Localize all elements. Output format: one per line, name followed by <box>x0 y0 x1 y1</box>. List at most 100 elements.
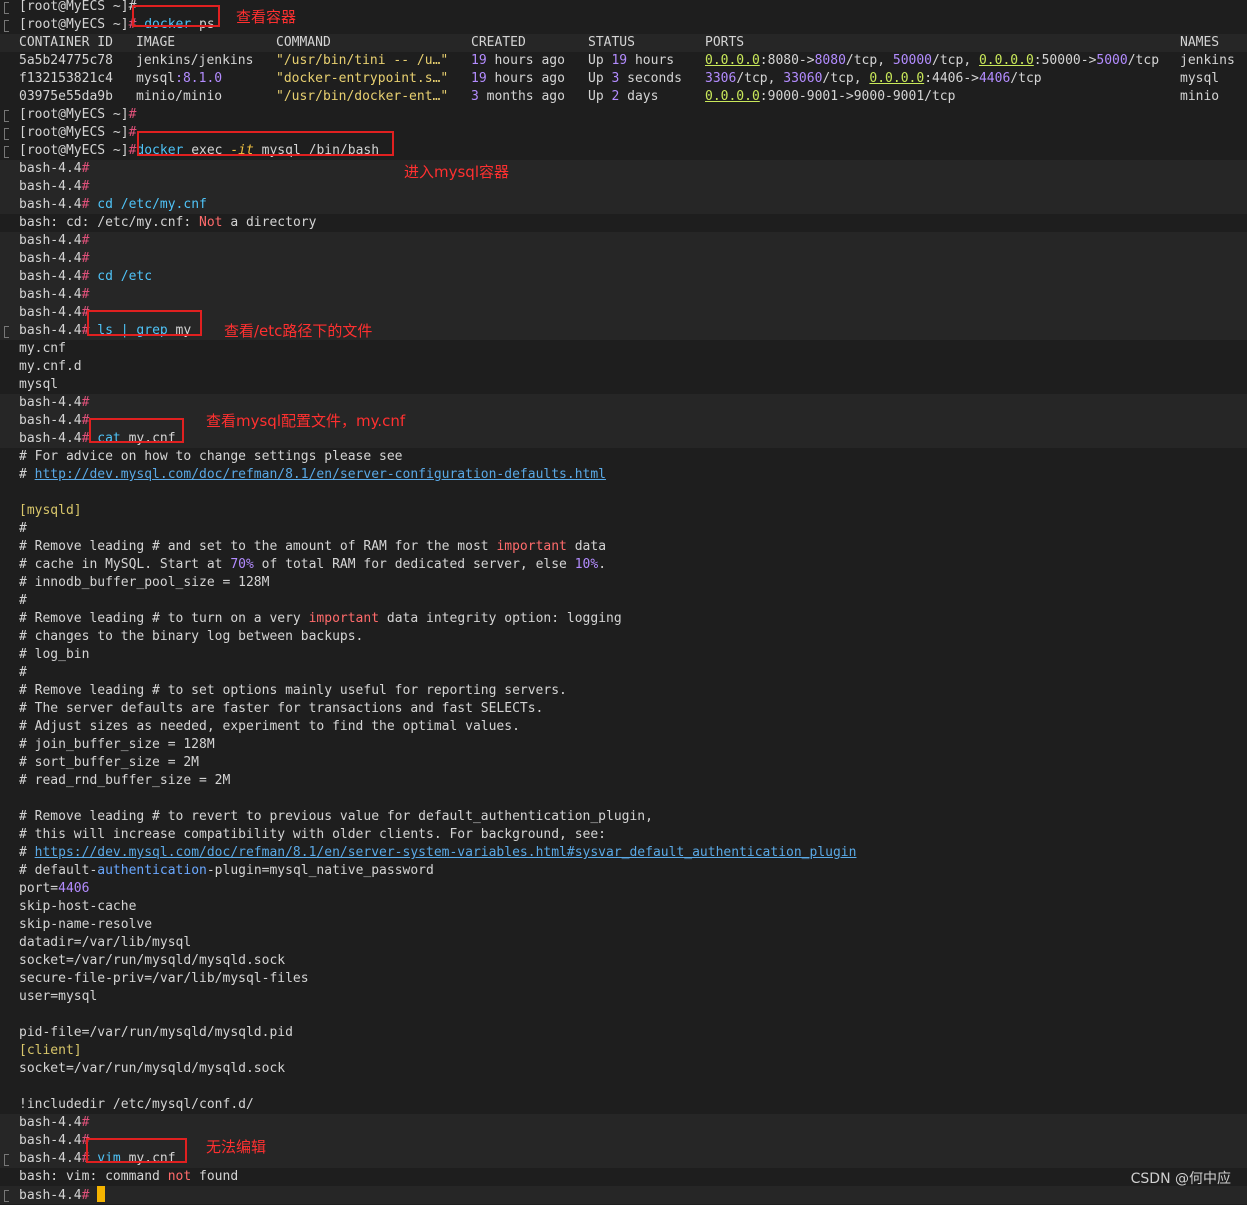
status-number: 19 <box>611 53 628 68</box>
terminal-window[interactable]: [root@MyECS ~]# [root@MyECS ~]# docker ps… <box>0 0 1247 1204</box>
text-segment: bash: vim: command <box>19 1169 168 1184</box>
terminal-line: port=4406 <box>19 880 89 898</box>
port-segment: 0.0.0.0 <box>705 53 760 68</box>
terminal-line: bash-4.4# <box>19 304 89 322</box>
prompt-hash: # <box>81 287 90 302</box>
line-highlight <box>0 178 1247 196</box>
output-line: mysql <box>19 376 58 394</box>
table-cell: mysql:8.1.0 <box>136 70 222 88</box>
terminal-line: bash-4.4# <box>19 412 89 430</box>
port-segment: /tcp, <box>845 53 893 68</box>
port-segment: /tcp, <box>932 53 979 68</box>
terminal-line: # Remove leading # to set options mainly… <box>19 682 567 700</box>
table-cell: "/usr/bin/docker-ent…" <box>276 88 448 106</box>
prompt-marker-icon <box>4 110 9 122</box>
status-text: Up <box>588 53 612 68</box>
terminal-line: # Adjust sizes as needed, experiment to … <box>19 718 520 736</box>
prompt-hash: # <box>81 251 90 266</box>
terminal-line: skip-host-cache <box>19 898 136 916</box>
command-arg: /etc/my.cnf <box>120 197 207 212</box>
terminal-line: [root@MyECS ~]# <box>19 0 136 16</box>
box-ls-grep <box>87 310 202 336</box>
column-header: NAMES <box>1180 35 1220 50</box>
text-segment: port= <box>19 881 59 896</box>
terminal-line: # <box>19 520 27 538</box>
terminal-line: [root@MyECS ~]# <box>19 106 136 124</box>
text-segment: # <box>19 665 27 680</box>
terminal-line: bash-4.4# <box>19 232 89 250</box>
terminal-line: bash-4.4# cd /etc <box>19 268 152 286</box>
text-segment: found <box>191 1169 239 1184</box>
port-segment: 0.0.0.0 <box>869 71 925 86</box>
table-cell: jenkins/jenkins <box>136 52 253 70</box>
annotation-view-config: 查看mysql配置文件，my.cnf <box>206 412 406 430</box>
prompt-hash: # <box>81 233 90 248</box>
bash-prompt: bash-4.4 <box>19 233 82 248</box>
prompt-hash: # <box>81 395 90 410</box>
prompt-marker-icon <box>4 146 9 158</box>
port-segment: :8080-> <box>759 53 815 68</box>
docs-link: https://dev.mysql.com/doc/refman/8.1/en/… <box>34 845 857 860</box>
prompt-marker-icon <box>4 1154 9 1166</box>
line-highlight <box>0 232 1247 250</box>
text-segment: # <box>19 845 35 860</box>
command: cd <box>97 197 113 212</box>
text-segment: # Remove leading # to turn on a very <box>19 611 309 626</box>
port-segment: /tcp, <box>822 71 870 86</box>
port-segment: /tcp, <box>736 71 784 86</box>
column-header: IMAGE <box>136 35 176 50</box>
prompt-marker-icon <box>4 20 9 32</box>
prompt-marker-icon <box>4 1190 9 1202</box>
container-name: jenkins <box>1180 53 1235 68</box>
port-segment: /tcp <box>1010 71 1042 86</box>
terminal-line: # For advice on how to change settings p… <box>19 448 403 466</box>
prompt-hash: # <box>128 125 137 140</box>
line-highlight <box>0 1114 1247 1132</box>
table-cell: IMAGE <box>136 34 175 52</box>
bash-prompt: bash-4.4 <box>19 1115 82 1130</box>
text-segment: # Remove leading # to set options mainly… <box>19 683 567 698</box>
text-cursor[interactable] <box>97 1186 106 1202</box>
table-cell: 03975e55da9b <box>19 88 113 106</box>
terminal-line: # cache in MySQL. Start at 70% of total … <box>19 556 606 574</box>
bash-prompt: bash-4.4 <box>19 323 82 338</box>
line-highlight <box>0 286 1247 304</box>
terminal-line: # changes to the binary log between back… <box>19 628 363 646</box>
column-header: COMMAND <box>276 35 331 50</box>
terminal-line: # <box>19 664 27 682</box>
line-highlight <box>0 394 1247 412</box>
text-segment: authentication <box>97 863 207 878</box>
text-segment: bash: cd: /etc/my.cnf: <box>19 215 200 230</box>
container-name: mysql <box>1180 71 1220 86</box>
text-segment: # Adjust sizes as needed, experiment to … <box>19 719 520 734</box>
table-cell: 0.0.0.0:9000-9001->9000-9001/tcp <box>705 88 955 106</box>
docs-link: http://dev.mysql.com/doc/refman/8.1/en/s… <box>34 467 607 482</box>
text-segment: # sort_buffer_size = 2M <box>19 755 200 770</box>
table-cell: mysql <box>1180 70 1219 88</box>
line-highlight <box>0 1150 1247 1168</box>
status-text: days <box>619 89 659 104</box>
terminal-line: pid-file=/var/run/mysqld/mysqld.pid <box>19 1024 293 1042</box>
terminal-line: bash-4.4# <box>19 394 89 412</box>
container-command: "/usr/bin/docker-ent…" <box>276 89 449 104</box>
port-segment: 33060 <box>783 71 823 86</box>
text-segment: !includedir /etc/mysql/conf.d/ <box>19 1097 254 1112</box>
terminal-line: bash-4.4# cd /etc/my.cnf <box>19 196 207 214</box>
file-name: my.cnf <box>19 341 66 356</box>
container-command: "docker-entrypoint.s…" <box>276 71 449 86</box>
bash-prompt: bash-4.4 <box>19 1151 82 1166</box>
text-segment: skip-name-resolve <box>19 917 153 932</box>
file-name: my.cnf.d <box>19 359 82 374</box>
created-number: 19 <box>471 71 487 86</box>
port-segment: 0.0.0.0 <box>705 89 760 104</box>
column-header: PORTS <box>705 35 745 50</box>
image-tag: :8.1.0 <box>175 71 223 86</box>
table-row: 03975e55da9b minio/minio "/usr/bin/docker-… <box>19 88 1244 106</box>
annotation-view-containers: 查看容器 <box>236 8 297 26</box>
text-segment: Not <box>199 215 223 230</box>
terminal-line: bash-4.4# <box>19 286 89 304</box>
line-highlight <box>0 1186 1247 1204</box>
table-row: 5a5b24775c78 jenkins/jenkins "/usr/bin/tin… <box>19 52 1244 70</box>
terminal-line: datadir=/var/lib/mysql <box>19 934 191 952</box>
text-segment: # <box>19 521 27 536</box>
